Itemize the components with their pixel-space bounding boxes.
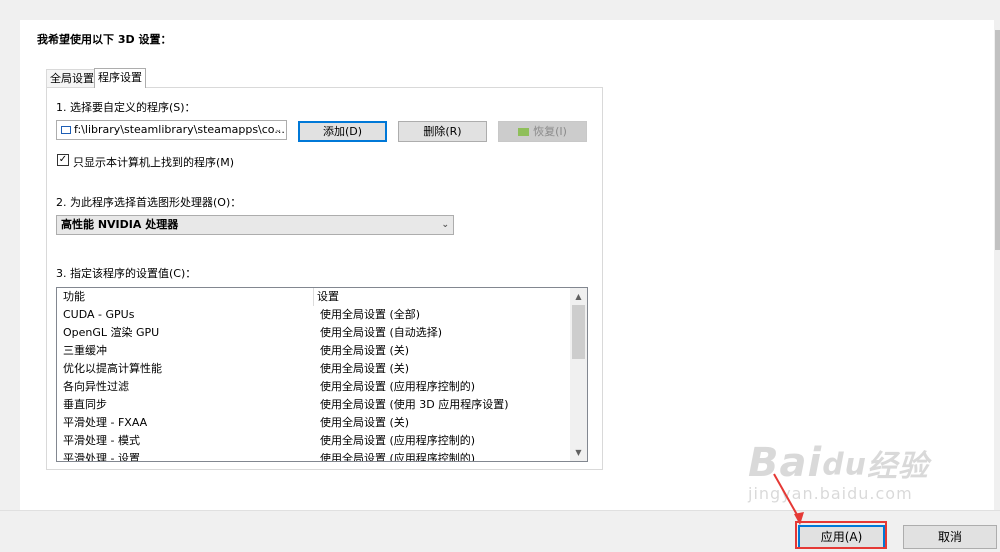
scroll-up-icon[interactable]: ▲ (570, 288, 587, 305)
table-row[interactable]: OpenGL 渲染 GPU 使用全局设置 (自动选择) (57, 324, 571, 342)
scroll-down-icon[interactable]: ▼ (570, 444, 587, 461)
row-feature: OpenGL 渲染 GPU (63, 326, 160, 339)
restore-label: 恢复(I) (533, 125, 567, 138)
add-button[interactable]: 添加(D) (298, 121, 387, 142)
row-setting: 使用全局设置 (应用程序控制的) (320, 434, 476, 447)
settings-list[interactable]: 功能 设置 CUDA - GPUs 使用全局设置 (全部) OpenGL 渲染 … (56, 287, 588, 462)
row-setting: 使用全局设置 (使用 3D 应用程序设置) (320, 398, 509, 411)
delete-button[interactable]: 删除(R) (398, 121, 487, 142)
red-arrow-icon (773, 473, 804, 525)
table-row[interactable]: 垂直同步 使用全局设置 (使用 3D 应用程序设置) (57, 396, 571, 414)
monitor-icon (61, 126, 71, 134)
tab-program-settings[interactable]: 程序设置 (94, 68, 146, 88)
row-setting: 使用全局设置 (关) (320, 344, 410, 357)
table-row[interactable]: 平滑处理 - 模式 使用全局设置 (应用程序控制的) (57, 432, 571, 450)
table-row[interactable]: 平滑处理 - 设置 使用全局设置 (应用程序控制的) (57, 450, 571, 462)
table-row[interactable]: 三重缓冲 使用全局设置 (关) (57, 342, 571, 360)
tab-global-settings[interactable]: 全局设置 (46, 69, 98, 88)
tab-label: 程序设置 (98, 71, 142, 84)
row-setting: 使用全局设置 (关) (320, 362, 410, 375)
nvidia-icon (518, 128, 530, 136)
cancel-button[interactable]: 取消 (903, 525, 997, 549)
section3-label: 3. 指定该程序的设置值(C)： (56, 267, 197, 280)
row-feature: 三重缓冲 (63, 344, 107, 357)
list-header: 功能 设置 (57, 288, 571, 306)
list-scrollbar[interactable]: ▲ ▼ (570, 288, 587, 461)
page-scrollbar[interactable] (994, 0, 1000, 510)
settings-panel: 我希望使用以下 3D 设置： 全局设置 程序设置 1. 选择要自定义的程序(S)… (20, 20, 994, 510)
row-feature: 垂直同步 (63, 398, 107, 411)
table-row[interactable]: 各向异性过滤 使用全局设置 (应用程序控制的) (57, 378, 571, 396)
page-scrollbar-thumb[interactable] (995, 30, 1000, 250)
gpu-select-value: 高性能 NVIDIA 处理器 (61, 218, 179, 231)
page-heading: 我希望使用以下 3D 设置： (37, 33, 172, 46)
tab-label: 全局设置 (50, 72, 94, 85)
row-feature: 平滑处理 - 设置 (63, 452, 140, 462)
table-row[interactable]: CUDA - GPUs 使用全局设置 (全部) (57, 306, 571, 324)
section1-label: 1. 选择要自定义的程序(S)： (56, 101, 196, 114)
program-select-value: f:\library\steamlibrary\steamapps\co... (74, 123, 285, 136)
row-feature: CUDA - GPUs (63, 308, 135, 321)
column-divider (313, 288, 314, 306)
scrollbar-thumb[interactable] (572, 305, 585, 359)
section2-label: 2. 为此程序选择首选图形处理器(O)： (56, 196, 242, 209)
row-setting: 使用全局设置 (自动选择) (320, 326, 443, 339)
row-feature: 平滑处理 - 模式 (63, 434, 140, 447)
column-header-feature[interactable]: 功能 (63, 288, 85, 306)
row-setting: 使用全局设置 (应用程序控制的) (320, 452, 476, 462)
gpu-select[interactable]: 高性能 NVIDIA 处理器 ⌄ (56, 215, 454, 235)
row-feature: 优化以提高计算性能 (63, 362, 162, 375)
table-row[interactable]: 平滑处理 - FXAA 使用全局设置 (关) (57, 414, 571, 432)
checkbox-label: 只显示本计算机上找到的程序(M) (73, 156, 235, 169)
chevron-down-icon: ⌄ (274, 125, 282, 135)
row-setting: 使用全局设置 (关) (320, 416, 410, 429)
row-setting: 使用全局设置 (全部) (320, 308, 421, 321)
restore-button[interactable]: 恢复(I) (498, 121, 587, 142)
table-row[interactable]: 优化以提高计算性能 使用全局设置 (关) (57, 360, 571, 378)
column-header-setting[interactable]: 设置 (317, 288, 339, 306)
watermark-brand2: 经验 (867, 449, 930, 484)
row-setting: 使用全局设置 (应用程序控制的) (320, 380, 476, 393)
chevron-down-icon: ⌄ (441, 220, 449, 230)
row-feature: 各向异性过滤 (63, 380, 129, 393)
row-feature: 平滑处理 - FXAA (63, 416, 148, 429)
show-found-programs-checkbox[interactable]: ✓ (57, 154, 69, 166)
program-select[interactable]: f:\library\steamlibrary\steamapps\co... … (56, 120, 287, 140)
